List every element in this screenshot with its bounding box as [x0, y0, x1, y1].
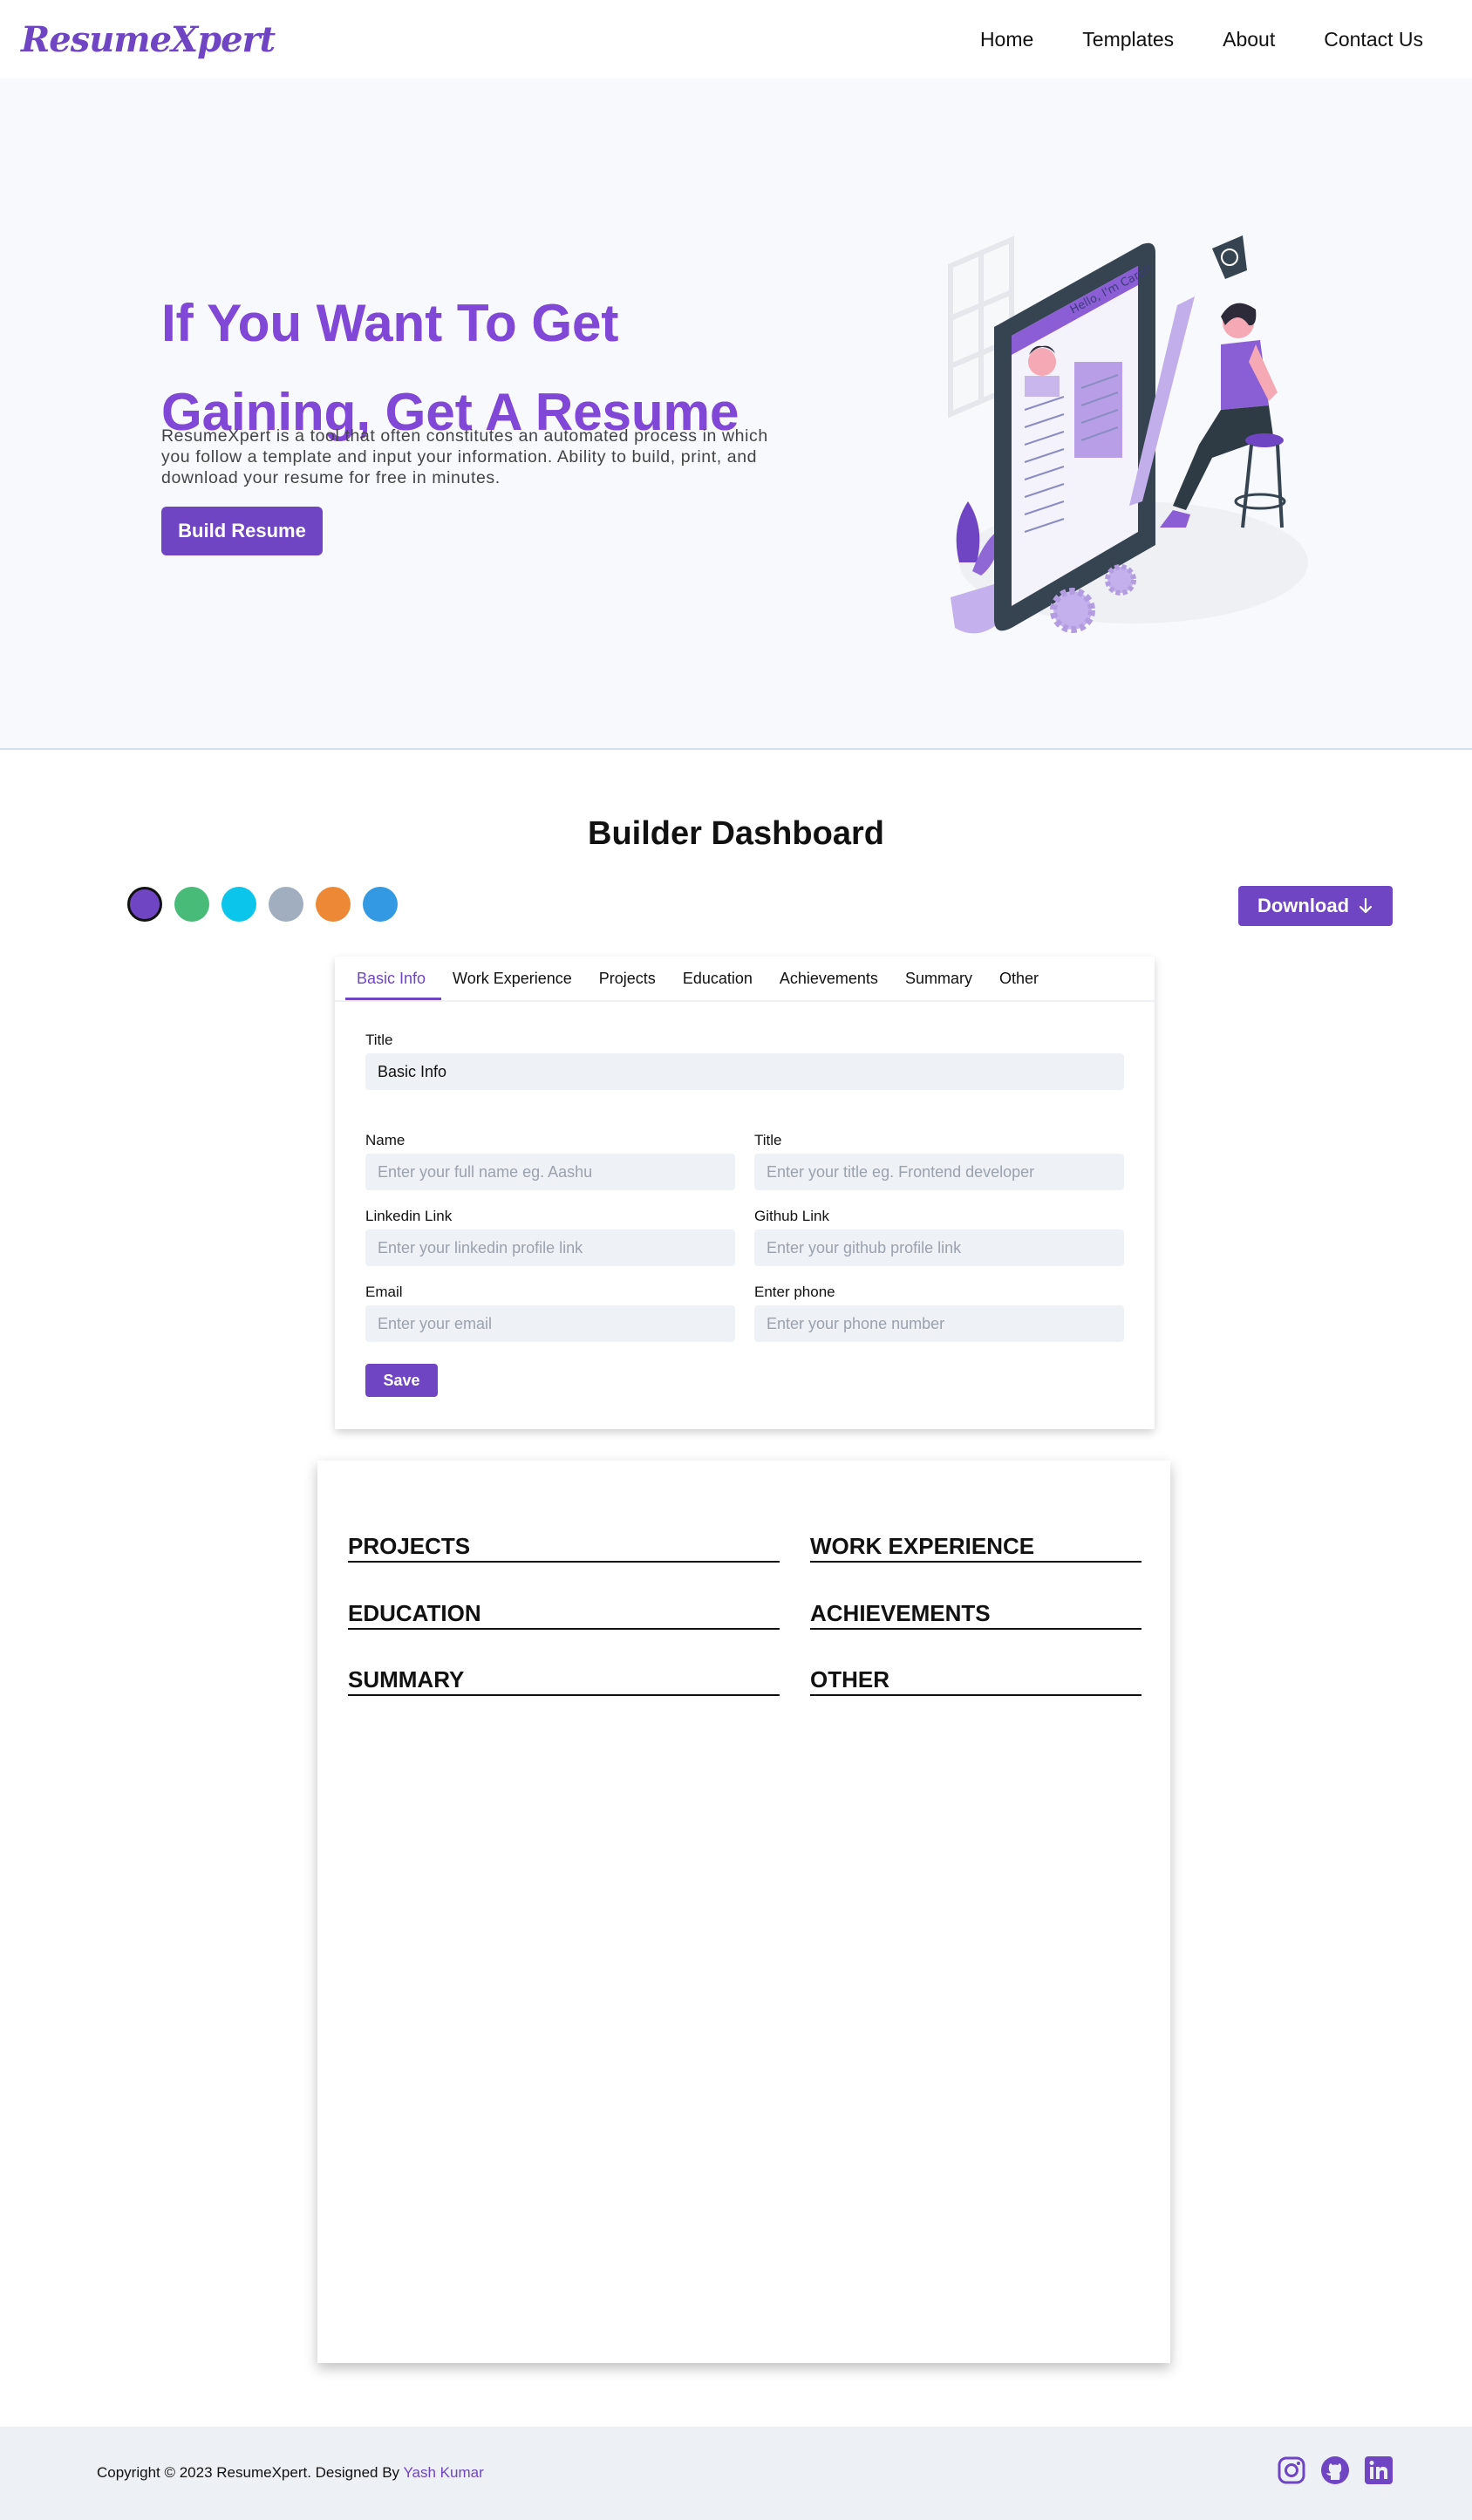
- instagram-icon[interactable]: [1277, 2455, 1306, 2485]
- email-input[interactable]: [365, 1305, 735, 1342]
- copyright-text: Copyright © 2023 ResumeXpert. Designed B…: [97, 2464, 484, 2482]
- build-resume-button[interactable]: Build Resume: [161, 507, 323, 555]
- tab-work-experience[interactable]: Work Experience: [441, 970, 588, 1000]
- section-tabs: Basic Info Work Experience Projects Educ…: [335, 957, 1155, 1002]
- github-input[interactable]: [754, 1229, 1124, 1266]
- color-swatches: [127, 887, 398, 922]
- phone-input[interactable]: [754, 1305, 1124, 1342]
- nav-about[interactable]: About: [1223, 28, 1275, 51]
- editor-panel: Basic Info Work Experience Projects Educ…: [335, 957, 1155, 1429]
- section-title-input[interactable]: [365, 1053, 1124, 1090]
- color-swatch-blue[interactable]: [363, 887, 398, 922]
- tab-education[interactable]: Education: [671, 970, 768, 1000]
- title-label: Title: [754, 1132, 782, 1148]
- tab-achievements[interactable]: Achievements: [768, 970, 894, 1000]
- linkedin-label: Linkedin Link: [365, 1208, 453, 1224]
- color-swatch-cyan[interactable]: [221, 887, 256, 922]
- tab-summary[interactable]: Summary: [894, 970, 988, 1000]
- download-label: Download: [1257, 895, 1350, 916]
- color-swatch-gray[interactable]: [269, 887, 303, 922]
- linkedin-icon[interactable]: [1364, 2455, 1394, 2485]
- nav-templates[interactable]: Templates: [1082, 28, 1174, 51]
- hero-description: ResumeXpert is a tool that often constit…: [161, 426, 768, 487]
- preview-projects-heading: PROJECTS: [348, 1533, 780, 1563]
- resume-preview: PROJECTS WORK EXPERIENCE EDUCATION ACHIE…: [317, 1461, 1170, 2363]
- tab-other[interactable]: Other: [988, 970, 1054, 1000]
- logo[interactable]: ResumeXpert: [21, 19, 276, 60]
- preview-other-heading: OTHER: [810, 1666, 1141, 1696]
- nav-home[interactable]: Home: [980, 28, 1033, 51]
- github-icon[interactable]: [1320, 2455, 1350, 2485]
- preview-achievements-heading: ACHIEVEMENTS: [810, 1600, 1141, 1630]
- download-button[interactable]: Download: [1238, 886, 1393, 926]
- arrow-down-icon: [1359, 897, 1373, 914]
- name-input[interactable]: [365, 1154, 735, 1190]
- linkedin-input[interactable]: [365, 1229, 735, 1266]
- tab-basic-info[interactable]: Basic Info: [345, 970, 442, 1000]
- name-label: Name: [365, 1132, 405, 1148]
- hero-section: If You Want To Get Gaining, Get A Resume…: [0, 78, 1472, 750]
- hero-title-line-1: If You Want To Get: [161, 294, 619, 352]
- preview-summary-heading: SUMMARY: [348, 1666, 780, 1696]
- preview-education-heading: EDUCATION: [348, 1600, 780, 1630]
- navbar: ResumeXpert Home Templates About Contact…: [0, 0, 1472, 78]
- email-label: Email: [365, 1284, 403, 1300]
- preview-work-heading: WORK EXPERIENCE: [810, 1533, 1141, 1563]
- nav-links: Home Templates About Contact Us: [980, 28, 1423, 51]
- dashboard-title: Builder Dashboard: [588, 815, 884, 852]
- save-button[interactable]: Save: [365, 1364, 438, 1397]
- resume-illustration: Hello, I'm Carol!: [948, 235, 1308, 634]
- author-link[interactable]: Yash Kumar: [403, 2464, 483, 2481]
- footer: Copyright © 2023 ResumeXpert. Designed B…: [0, 2427, 1472, 2520]
- tab-projects[interactable]: Projects: [588, 970, 671, 1000]
- social-links: [1277, 2455, 1394, 2485]
- github-label: Github Link: [754, 1208, 829, 1224]
- section-title-label: Title: [365, 1032, 393, 1048]
- color-swatch-orange[interactable]: [316, 887, 351, 922]
- color-swatch-purple[interactable]: [127, 887, 162, 922]
- title-input[interactable]: [754, 1154, 1124, 1190]
- nav-contact[interactable]: Contact Us: [1324, 28, 1423, 51]
- color-swatch-green[interactable]: [174, 887, 209, 922]
- copyright-prefix: Copyright © 2023 ResumeXpert. Designed B…: [97, 2464, 404, 2481]
- phone-label: Enter phone: [754, 1284, 835, 1300]
